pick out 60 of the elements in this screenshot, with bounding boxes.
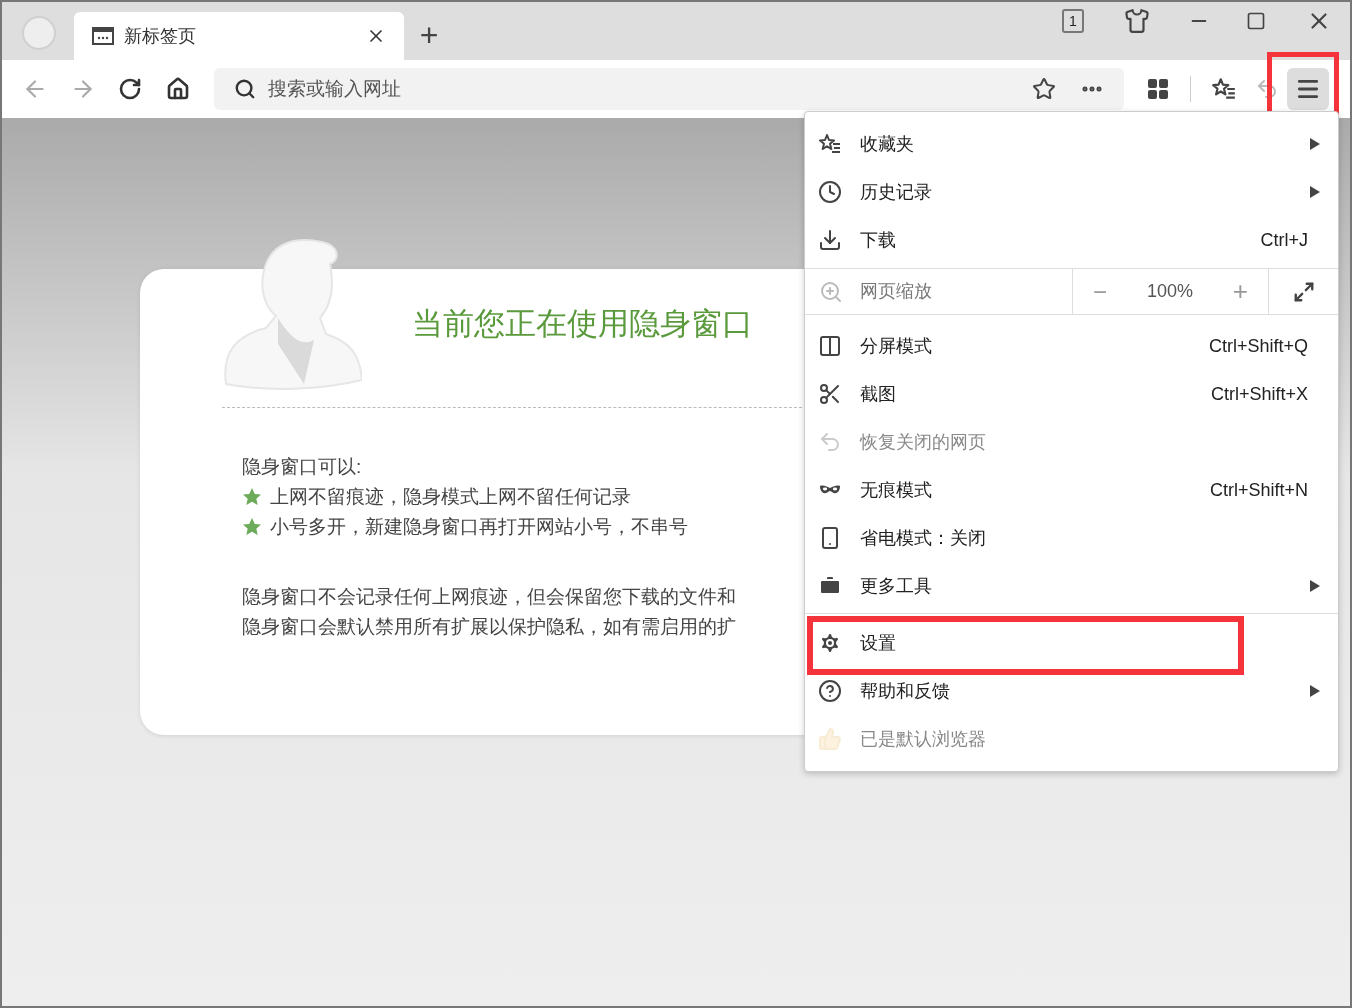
scissors-icon <box>817 382 842 406</box>
menu-item-label: 收藏夹 <box>860 132 914 156</box>
menu-item-label: 下载 <box>860 228 896 252</box>
star-list-icon <box>817 132 842 156</box>
zoom-label: 网页缩放 <box>860 280 932 303</box>
download-icon <box>817 228 842 252</box>
shirt-icon[interactable] <box>1124 8 1150 34</box>
shortcut-label: Ctrl+Shift+X <box>1210 382 1308 406</box>
menu-item-label: 分屏模式 <box>860 334 932 358</box>
menu-item-label: 历史记录 <box>860 180 932 204</box>
star-list-icon <box>1211 76 1237 102</box>
incognito-title: 当前您正在使用隐身窗口 <box>412 305 753 343</box>
menu-item[interactable]: 历史记录 <box>805 168 1338 216</box>
thumbs-up-icon <box>817 727 842 751</box>
star-bullet-icon <box>242 517 262 537</box>
menu-item-label: 更多工具 <box>860 574 932 598</box>
browser-tab[interactable]: 新标签页 <box>74 12 404 60</box>
address-bar[interactable]: 搜索或输入网址 <box>214 68 1124 110</box>
tab-title: 新标签页 <box>124 24 196 48</box>
home-icon[interactable] <box>166 77 190 101</box>
shortcut-label: Ctrl+Shift+N <box>1209 478 1308 502</box>
tab-count-badge[interactable]: 1 <box>1062 9 1084 33</box>
search-icon <box>234 78 256 100</box>
note-text: 隐身窗口会默认禁用所有扩展以保护隐私，如有需启用的扩 <box>242 615 737 639</box>
fullscreen-icon[interactable] <box>1292 280 1315 303</box>
menu-button[interactable] <box>1287 68 1329 110</box>
reload-icon[interactable] <box>118 77 142 101</box>
menu-item-label: 省电模式：关闭 <box>860 526 986 550</box>
maximize-icon[interactable] <box>1246 11 1266 31</box>
shortcut-label: Ctrl+J <box>1260 228 1308 252</box>
feature-text: 小号多开，新建隐身窗口再打开网站小号，不串号 <box>270 515 688 539</box>
page-icon <box>92 27 114 45</box>
feature-text: 上网不留痕迹，隐身模式上网不留任何记录 <box>270 485 631 509</box>
menu-item-label: 恢复关闭的网页 <box>860 430 986 454</box>
menu-item[interactable]: 更多工具 <box>805 562 1338 610</box>
apps-grid-icon[interactable] <box>1146 77 1170 101</box>
note-text: 隐身窗口不会记录任何上网痕迹，但会保留您下载的文件和 <box>242 585 737 609</box>
split-screen-icon <box>817 334 842 358</box>
menu-item-label: 设置 <box>860 631 896 655</box>
menu-item[interactable]: 收藏夹 <box>805 120 1338 168</box>
menu-item-label: 截图 <box>860 382 896 406</box>
menu-item[interactable]: 截图 Ctrl+Shift+X <box>805 370 1338 418</box>
menu-item-label: 帮助和反馈 <box>860 679 950 703</box>
zoom-icon <box>819 279 843 304</box>
star-bullet-icon <box>242 487 262 507</box>
new-tab-button[interactable]: + <box>416 18 442 52</box>
menu-item[interactable]: 设置 <box>805 619 1338 667</box>
menu-item-label: 无痕模式 <box>860 478 932 502</box>
menu-item[interactable]: 下载 Ctrl+J <box>805 216 1338 264</box>
menu-item[interactable]: 省电模式：关闭 <box>805 514 1338 562</box>
clock-icon <box>817 180 842 204</box>
shortcut-label: Ctrl+Shift+Q <box>1208 334 1308 358</box>
zoom-value: 100% <box>1146 280 1193 303</box>
menu-item-label: 已是默认浏览器 <box>860 727 986 751</box>
bookmark-star-icon[interactable] <box>1032 77 1056 101</box>
menu-item[interactable]: 分屏模式 Ctrl+Shift+Q <box>805 322 1338 370</box>
menu-item[interactable]: 无痕模式 Ctrl+Shift+N <box>805 466 1338 514</box>
intro-text: 隐身窗口可以: <box>242 455 363 479</box>
help-icon <box>817 679 842 703</box>
menu-item[interactable]: 帮助和反馈 <box>805 667 1338 715</box>
